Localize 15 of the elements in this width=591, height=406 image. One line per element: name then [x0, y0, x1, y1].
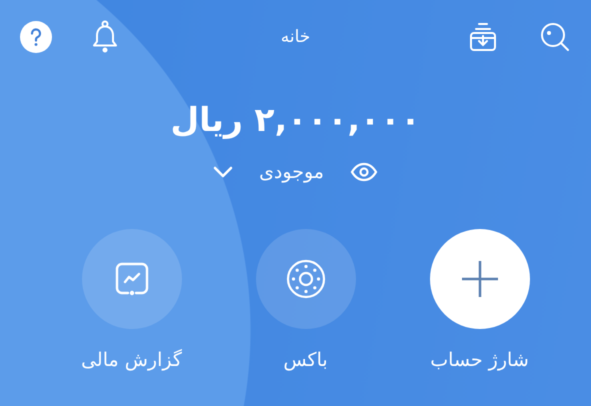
- balance-amount: ۲,۰۰۰,۰۰۰ ریال: [170, 100, 420, 139]
- chevron-down-icon[interactable]: [213, 166, 234, 178]
- chart-board-icon: [114, 261, 150, 297]
- bell-icon[interactable]: [92, 20, 118, 54]
- action-label: گزارش مالی: [81, 349, 182, 371]
- help-icon[interactable]: [20, 21, 52, 53]
- action-label: باکس: [283, 349, 328, 371]
- balance-label: موجودی: [259, 161, 324, 183]
- eye-icon[interactable]: [350, 162, 378, 182]
- page-title: خانه: [280, 27, 310, 47]
- search-icon[interactable]: [539, 21, 571, 53]
- action-label: شارژ حساب: [430, 349, 529, 371]
- download-tray-icon[interactable]: [467, 21, 499, 53]
- ring-dots-icon: [286, 259, 326, 299]
- plus-icon: [460, 260, 498, 298]
